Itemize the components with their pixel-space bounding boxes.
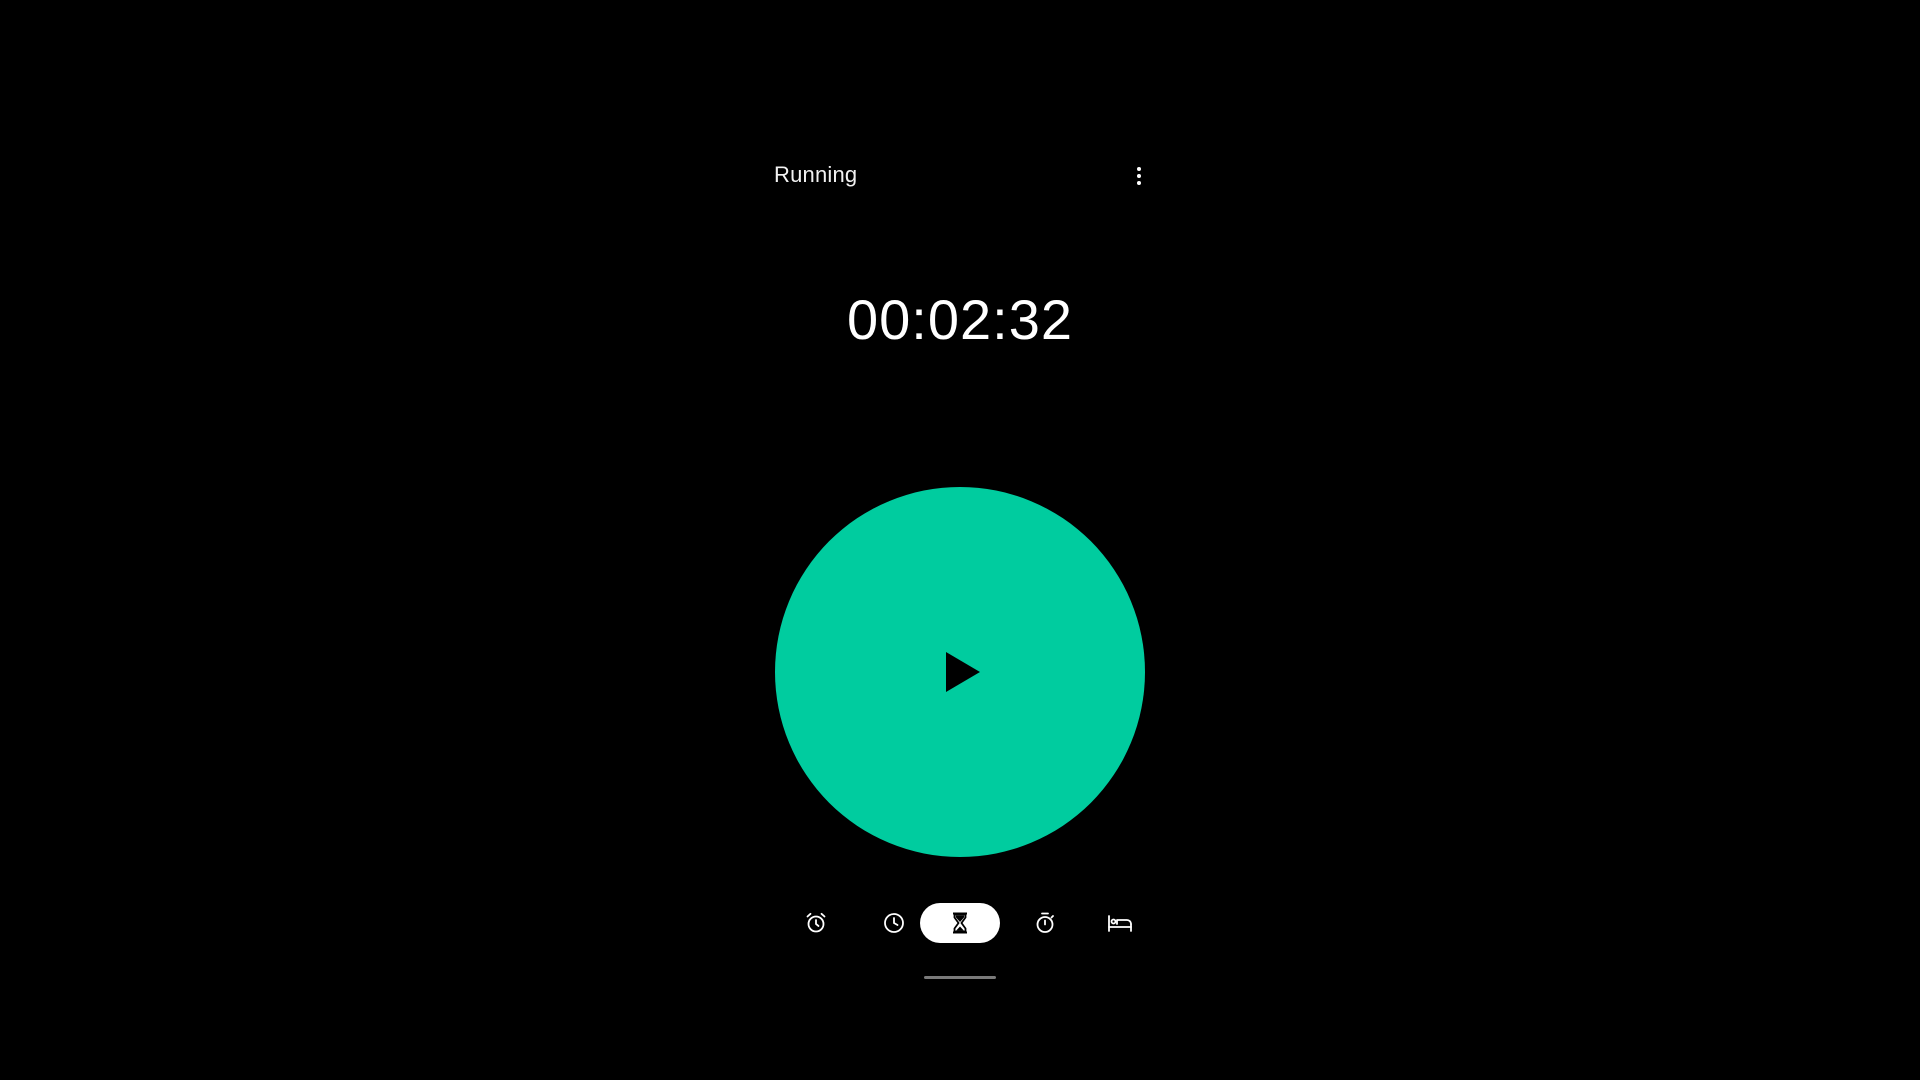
tab-stopwatch[interactable]: [1023, 903, 1067, 943]
timer-remaining[interactable]: 00:02:32: [760, 284, 1160, 356]
bottom-navigation: [770, 900, 1150, 948]
alarm-icon: [806, 912, 826, 933]
more-options-button[interactable]: [1124, 158, 1154, 194]
gesture-home-indicator[interactable]: [924, 976, 996, 979]
play-button[interactable]: [775, 487, 1145, 857]
more-vert-icon-dot: [1137, 181, 1141, 185]
timer-label: Running: [774, 162, 858, 187]
hourglass-icon: [953, 912, 967, 934]
tab-clock[interactable]: [872, 903, 916, 943]
tab-bedtime[interactable]: [1098, 903, 1142, 943]
clock-icon: [884, 913, 904, 933]
tab-alarm[interactable]: [794, 903, 838, 943]
more-vert-icon: [1137, 167, 1141, 171]
more-vert-icon-dot: [1137, 174, 1141, 178]
timer-screen: Running 00:02:32: [0, 0, 1920, 1080]
stopwatch-icon: [1036, 912, 1054, 933]
bed-icon: [1108, 915, 1132, 932]
tab-timer[interactable]: [920, 903, 1000, 943]
play-icon: [946, 652, 980, 692]
